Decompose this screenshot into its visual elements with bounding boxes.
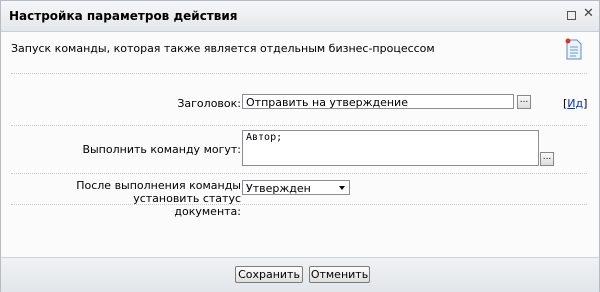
separator (11, 125, 587, 126)
id-link-suffix: ] (583, 97, 588, 110)
id-link-wrap: [Ид] (563, 97, 587, 110)
separator (11, 173, 587, 174)
status-select[interactable]: Утвержден (242, 180, 350, 195)
separator (11, 204, 587, 205)
title-browse-button[interactable]: ... (517, 95, 531, 109)
action-settings-dialog: Настройка параметров действия ✕ Запуск к… (0, 0, 600, 292)
dialog-titlebar[interactable]: Настройка параметров действия ✕ (1, 1, 599, 32)
close-icon[interactable]: ✕ (583, 7, 595, 21)
status-label-line1: После выполнения команды установить стат… (76, 179, 241, 205)
executors-browse-button[interactable]: ... (540, 152, 554, 166)
new-document-icon (565, 38, 582, 60)
status-label: После выполнения команды установить стат… (11, 179, 241, 218)
executors-label: Выполнить команду могут: (82, 143, 241, 156)
executors-textarea[interactable]: Автор; (242, 130, 539, 166)
chevron-down-icon (339, 186, 345, 190)
status-label-line2: документа: (174, 205, 241, 218)
maximize-icon[interactable] (567, 11, 576, 20)
separator (11, 73, 587, 74)
cancel-button[interactable]: Отменить (309, 266, 370, 283)
action-description: Запуск команды, которая также является о… (11, 42, 435, 55)
title-label: Заголовок: (177, 97, 241, 110)
title-input[interactable]: Отправить на утверждение (242, 94, 514, 109)
id-link[interactable]: Ид (567, 97, 583, 110)
save-button[interactable]: Сохранить (235, 266, 303, 283)
dialog-title: Настройка параметров действия (9, 9, 238, 23)
status-select-value: Утвержден (246, 182, 311, 195)
